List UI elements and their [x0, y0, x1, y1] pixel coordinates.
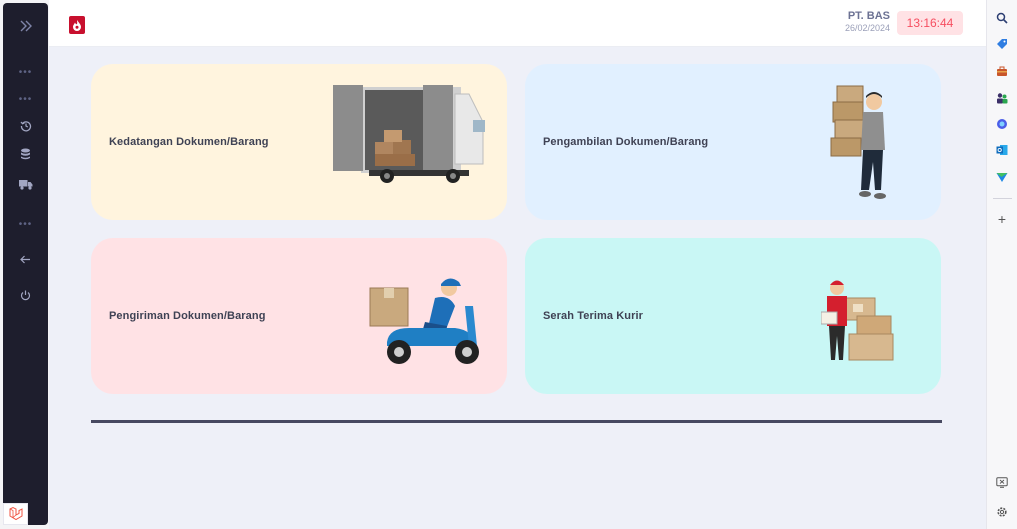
company-info: PT. BAS 26/02/2024: [845, 10, 890, 33]
scooter-courier-illustration: [369, 278, 479, 364]
truck-delivery-illustration: [333, 85, 485, 183]
copilot-icon: [997, 119, 1007, 129]
card-label: Serah Terima Kurir: [543, 310, 644, 322]
sidebar-toggle-button[interactable]: [3, 15, 48, 37]
clock-badge: 13:16:44: [897, 11, 963, 35]
sidebar-more-3[interactable]: •••: [3, 213, 48, 235]
database-icon: [21, 148, 30, 160]
company-name: PT. BAS: [847, 10, 890, 22]
sidebar-more-2[interactable]: •••: [3, 88, 48, 110]
more-icon: •••: [18, 93, 33, 105]
sidebar-item-history[interactable]: [3, 115, 48, 137]
card-pengiriman[interactable]: Pengiriman Dokumen/Barang: [91, 238, 507, 394]
flame-icon: [73, 20, 81, 31]
rail-copilot-button[interactable]: [992, 115, 1012, 133]
right-rail: +: [986, 0, 1017, 529]
courier-handover-illustration: [821, 280, 894, 361]
rail-screenshot-button[interactable]: [992, 473, 1012, 491]
rail-briefcase-button[interactable]: [992, 62, 1012, 80]
screen-capture-icon: [996, 476, 1008, 488]
gear-icon: [997, 507, 1007, 517]
double-chevron-right-icon: [20, 20, 32, 32]
rail-tag-button[interactable]: [992, 35, 1012, 53]
card-label: Pengambilan Dokumen/Barang: [543, 136, 709, 148]
truck-icon: [18, 179, 32, 190]
briefcase-icon: [997, 66, 1007, 76]
card-kedatangan[interactable]: Kedatangan Dokumen/Barang: [91, 64, 507, 220]
rail-add-button[interactable]: +: [992, 210, 1012, 228]
search-icon: [996, 12, 1008, 24]
plus-icon: +: [997, 211, 1007, 227]
rail-outlook-button[interactable]: [992, 141, 1012, 159]
people-icon: [997, 93, 1008, 104]
section-divider: [91, 420, 942, 423]
card-pengambilan[interactable]: Pengambilan Dokumen/Barang: [525, 64, 941, 220]
rail-people-button[interactable]: [992, 89, 1012, 107]
arrow-left-icon: [20, 255, 30, 263]
sidebar-item-truck[interactable]: [3, 173, 48, 195]
man-carrying-boxes-illustration: [830, 85, 886, 199]
power-icon: [20, 290, 31, 300]
brand-logo-icon[interactable]: [69, 16, 85, 34]
card-serah-terima-kurir[interactable]: Serah Terima Kurir: [525, 238, 941, 394]
laravel-logo-icon: [9, 506, 22, 521]
sidebar-more-1[interactable]: •••: [3, 61, 48, 83]
current-date: 26/02/2024: [844, 23, 890, 33]
rail-settings-button[interactable]: [992, 503, 1012, 521]
main-content: Kedatangan Dokumen/Barang Pengambilan Do…: [49, 47, 986, 529]
top-header: PT. BAS 26/02/2024 13:16:44: [49, 0, 986, 47]
tag-icon: [997, 39, 1007, 49]
sidebar-item-back[interactable]: [3, 248, 48, 270]
left-sidebar: ••• ••• •••: [0, 0, 49, 529]
rail-search-button[interactable]: [992, 9, 1012, 27]
app-logo-button[interactable]: [3, 503, 28, 525]
rail-send-button[interactable]: [992, 168, 1012, 186]
send-icon: [996, 172, 1008, 182]
card-label: Kedatangan Dokumen/Barang: [109, 136, 269, 148]
history-icon: [20, 121, 31, 132]
outlook-icon: [996, 145, 1008, 155]
rail-separator: [993, 198, 1012, 199]
card-label: Pengiriman Dokumen/Barang: [109, 310, 266, 322]
sidebar-item-power[interactable]: [3, 284, 48, 306]
more-icon: •••: [18, 218, 33, 230]
sidebar-panel: ••• ••• •••: [3, 3, 48, 525]
sidebar-item-database[interactable]: [3, 143, 48, 165]
more-icon: •••: [18, 66, 33, 78]
